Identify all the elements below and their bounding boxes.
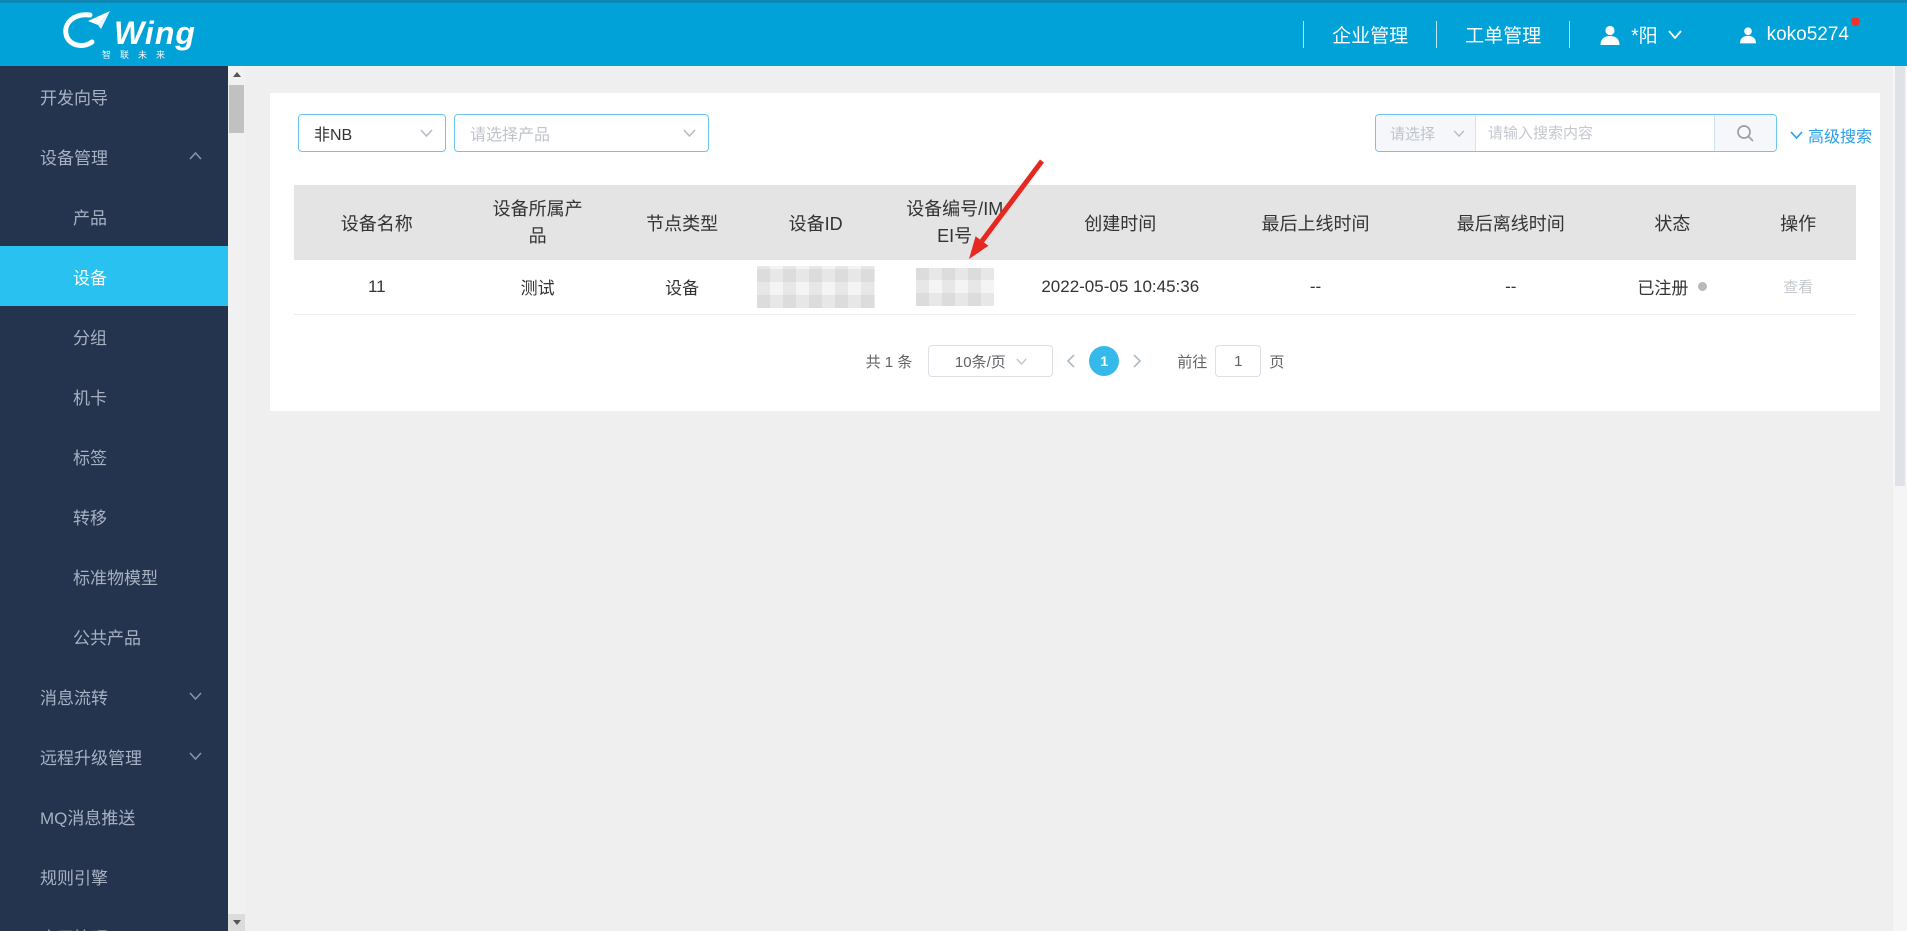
user-menu[interactable]: *阳 (1570, 21, 1709, 48)
sidebar-item-dev-wizard[interactable]: 开发向导 (0, 66, 228, 126)
cell-actions: 查看 (1740, 260, 1856, 315)
top-navigation: 企业管理 工单管理 *阳 koko5274 (1303, 16, 1907, 48)
chevron-down-icon (189, 752, 202, 760)
page-size-select[interactable]: 10条/页 (928, 345, 1054, 377)
col-last-online: 最后上线时间 (1213, 185, 1418, 260)
col-device-id: 设备ID (748, 185, 883, 260)
wing-logo-icon (63, 11, 110, 48)
chevron-right-icon (1133, 354, 1142, 368)
table-row: 11 测试 设备 2022-05-05 10:45:36 -- -- 已注册 查… (294, 260, 1856, 315)
sidebar-item-standard-model[interactable]: 标准物模型 (0, 546, 228, 606)
cell-imei (882, 260, 1027, 315)
next-page-button[interactable] (1123, 347, 1151, 375)
user-icon (1600, 25, 1620, 45)
chevron-left-icon (1067, 354, 1075, 368)
main-content: 非NB 请选择产品 请选择 请输入搜索内容 高级搜索 设备名称 设备所属产品 节… (245, 66, 1907, 931)
chevron-down-icon (189, 692, 202, 700)
sidebar-item-sim-card[interactable]: 机卡 (0, 366, 228, 426)
search-field-select[interactable]: 请选择 (1376, 115, 1476, 151)
chevron-down-icon (420, 129, 433, 137)
col-last-offline: 最后离线时间 (1417, 185, 1605, 260)
chevron-up-icon (189, 152, 202, 160)
device-list-panel: 非NB 请选择产品 请选择 请输入搜索内容 高级搜索 设备名称 设备所属产品 节… (270, 93, 1880, 411)
col-node-type: 节点类型 (615, 185, 749, 260)
top-header-bar: Wing 智联未来 企业管理 工单管理 *阳 koko5274 (0, 0, 1907, 66)
device-management-page: Wing 智联未来 企业管理 工单管理 *阳 koko5274 开发向导 设备管… (0, 0, 1907, 931)
sidebar-item-tag[interactable]: 标签 (0, 426, 228, 486)
nav-workorder-management[interactable]: 工单管理 (1437, 21, 1569, 48)
redacted-device-id (756, 265, 875, 308)
brand-logo[interactable]: Wing 智联未来 (60, 9, 196, 60)
sidebar-item-message-flow[interactable]: 消息流转 (0, 666, 228, 726)
chevron-down-icon (1453, 129, 1465, 137)
scrollbar-down-button[interactable] (228, 914, 245, 931)
user-name: *阳 (1631, 26, 1658, 47)
sidebar-scrollbar[interactable] (228, 66, 245, 931)
chevron-down-icon (683, 129, 696, 137)
account-menu[interactable]: koko5274 (1710, 16, 1877, 46)
page-scrollbar[interactable] (1893, 66, 1907, 931)
sidebar-menu: 开发向导 设备管理 产品 设备 分组 机卡 标签 转移 标准物模型 公共产品 消… (0, 66, 228, 931)
logo-slogan: 智联未来 (102, 50, 175, 60)
goto-label: 前往 (1177, 353, 1208, 371)
cell-last-online: -- (1213, 260, 1418, 315)
chevron-down-icon (1667, 30, 1682, 39)
col-device-name: 设备名称 (294, 185, 460, 260)
product-select[interactable]: 请选择产品 (454, 114, 709, 152)
sidebar-item-device[interactable]: 设备 (0, 246, 228, 306)
sidebar-item-app-management[interactable]: 应用管理 (0, 906, 228, 931)
status-dot-icon (1698, 282, 1708, 292)
node-type-select[interactable]: 非NB (298, 114, 446, 152)
search-icon (1737, 124, 1754, 142)
page-scrollbar-thumb[interactable] (1895, 66, 1905, 486)
cell-last-offline: -- (1417, 260, 1605, 315)
nav-enterprise-management[interactable]: 企业管理 (1304, 21, 1436, 48)
scrollbar-up-button[interactable] (228, 66, 245, 83)
table-header-row: 设备名称 设备所属产品 节点类型 设备ID 设备编号/IMEI号 创建时间 最后… (294, 185, 1856, 260)
account-name: koko5274 (1767, 16, 1860, 46)
col-actions: 操作 (1740, 185, 1856, 260)
sidebar-item-rule-engine[interactable]: 规则引擎 (0, 846, 228, 906)
sidebar-item-remote-upgrade[interactable]: 远程升级管理 (0, 726, 228, 786)
current-page-button[interactable]: 1 (1089, 346, 1120, 376)
col-imei: 设备编号/IMEI号 (882, 185, 1027, 260)
user-icon (1739, 26, 1756, 43)
search-bar: 请选择 (1375, 114, 1777, 152)
col-product: 设备所属产品 (459, 185, 616, 260)
sidebar-item-mq-push[interactable]: MQ消息推送 (0, 786, 228, 846)
view-link[interactable]: 查看 (1783, 279, 1813, 296)
redacted-imei (915, 267, 994, 306)
chevron-down-icon (1016, 358, 1027, 365)
sidebar-item-device-management[interactable]: 设备管理 (0, 126, 228, 186)
col-created-time: 创建时间 (1026, 185, 1214, 260)
chevron-down-icon (1790, 131, 1803, 139)
logo-text: Wing (114, 15, 196, 51)
scrollbar-thumb[interactable] (229, 85, 244, 133)
cell-status: 已注册 (1604, 260, 1741, 315)
status-text: 已注册 (1637, 279, 1689, 299)
cell-product: 测试 (459, 260, 616, 315)
cell-created-time: 2022-05-05 10:45:36 (1026, 260, 1214, 315)
total-count: 共 1 条 (865, 353, 913, 371)
search-button[interactable] (1714, 115, 1776, 151)
search-input[interactable] (1476, 115, 1714, 151)
sidebar-item-group[interactable]: 分组 (0, 306, 228, 366)
cell-device-id (748, 260, 883, 315)
notification-dot (1851, 16, 1860, 26)
page-unit-label: 页 (1269, 353, 1285, 371)
sidebar-item-public-product[interactable]: 公共产品 (0, 606, 228, 666)
sidebar-item-transfer[interactable]: 转移 (0, 486, 228, 546)
sidebar-item-product[interactable]: 产品 (0, 186, 228, 246)
prev-page-button[interactable] (1057, 347, 1085, 375)
cell-device-name: 11 (294, 260, 460, 315)
device-table: 设备名称 设备所属产品 节点类型 设备ID 设备编号/IMEI号 创建时间 最后… (294, 185, 1856, 315)
cell-node-type: 设备 (615, 260, 749, 315)
pagination: 共 1 条 10条/页 1 前往 1 页 (270, 345, 1880, 377)
goto-page-input[interactable] (1215, 345, 1262, 377)
advanced-search-link[interactable]: 高级搜索 (1790, 123, 1872, 147)
col-status: 状态 (1604, 185, 1741, 260)
